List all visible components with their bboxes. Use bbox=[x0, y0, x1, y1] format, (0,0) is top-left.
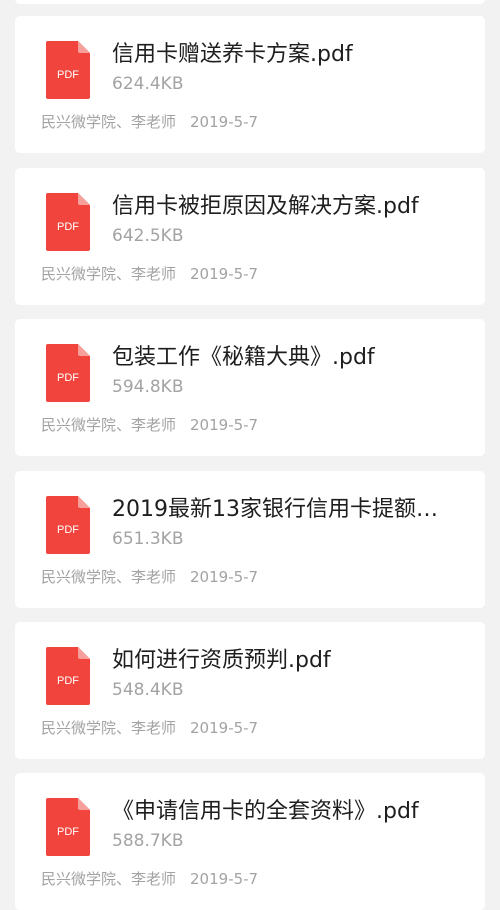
file-author: 民兴微学院、李老师 bbox=[41, 719, 177, 737]
file-meta: 民兴微学院、李老师 2019-5-7 bbox=[41, 869, 258, 889]
file-date: 2019-5-7 bbox=[190, 568, 259, 586]
pdf-file-icon: PDF bbox=[46, 496, 90, 554]
pdf-file-icon: PDF bbox=[46, 193, 90, 251]
file-author: 民兴微学院、李老师 bbox=[41, 870, 177, 888]
file-title: 如何进行资质预判.pdf bbox=[112, 648, 331, 673]
file-size: 548.4KB bbox=[112, 680, 184, 700]
pdf-icon-label: PDF bbox=[57, 675, 79, 687]
file-author: 民兴微学院、李老师 bbox=[41, 113, 177, 131]
file-card[interactable]: PDF 包装工作《秘籍大典》.pdf 594.8KB 民兴微学院、李老师 2019… bbox=[15, 319, 485, 456]
pdf-icon-label: PDF bbox=[57, 826, 79, 838]
file-meta: 民兴微学院、李老师 2019-5-7 bbox=[41, 112, 258, 132]
previous-card-edge bbox=[15, 0, 485, 4]
file-title: 《申请信用卡的全套资料》.pdf bbox=[112, 799, 419, 824]
file-card[interactable]: PDF 2019最新13家银行信用卡提额… 651.3KB 民兴微学院、李老师 2… bbox=[15, 471, 485, 608]
file-size: 651.3KB bbox=[112, 529, 184, 549]
file-author: 民兴微学院、李老师 bbox=[41, 568, 177, 586]
file-author: 民兴微学院、李老师 bbox=[41, 416, 177, 434]
file-title: 信用卡被拒原因及解决方案.pdf bbox=[112, 194, 419, 219]
file-date: 2019-5-7 bbox=[190, 870, 259, 888]
file-size: 588.7KB bbox=[112, 831, 184, 851]
file-meta: 民兴微学院、李老师 2019-5-7 bbox=[41, 718, 258, 738]
file-date: 2019-5-7 bbox=[190, 265, 259, 283]
file-meta: 民兴微学院、李老师 2019-5-7 bbox=[41, 567, 258, 587]
file-size: 642.5KB bbox=[112, 226, 184, 246]
file-meta: 民兴微学院、李老师 2019-5-7 bbox=[41, 264, 258, 284]
file-card[interactable]: PDF 信用卡被拒原因及解决方案.pdf 642.5KB 民兴微学院、李老师 20… bbox=[15, 168, 485, 305]
file-title: 包装工作《秘籍大典》.pdf bbox=[112, 345, 375, 370]
pdf-icon-label: PDF bbox=[57, 221, 79, 233]
pdf-icon-label: PDF bbox=[57, 69, 79, 81]
file-date: 2019-5-7 bbox=[190, 719, 259, 737]
file-card[interactable]: PDF 如何进行资质预判.pdf 548.4KB 民兴微学院、李老师 2019-5… bbox=[15, 622, 485, 759]
file-card[interactable]: PDF 信用卡赠送养卡方案.pdf 624.4KB 民兴微学院、李老师 2019-… bbox=[15, 16, 485, 153]
pdf-file-icon: PDF bbox=[46, 344, 90, 402]
file-date: 2019-5-7 bbox=[190, 113, 259, 131]
pdf-icon-label: PDF bbox=[57, 524, 79, 536]
file-size: 624.4KB bbox=[112, 74, 184, 94]
file-title: 信用卡赠送养卡方案.pdf bbox=[112, 42, 353, 67]
file-date: 2019-5-7 bbox=[190, 416, 259, 434]
file-card[interactable]: PDF 《申请信用卡的全套资料》.pdf 588.7KB 民兴微学院、李老师 20… bbox=[15, 773, 485, 910]
pdf-file-icon: PDF bbox=[46, 798, 90, 856]
file-size: 594.8KB bbox=[112, 377, 184, 397]
pdf-file-icon: PDF bbox=[46, 647, 90, 705]
pdf-file-icon: PDF bbox=[46, 41, 90, 99]
pdf-icon-label: PDF bbox=[57, 372, 79, 384]
file-author: 民兴微学院、李老师 bbox=[41, 265, 177, 283]
file-title: 2019最新13家银行信用卡提额… bbox=[112, 497, 438, 522]
file-meta: 民兴微学院、李老师 2019-5-7 bbox=[41, 415, 258, 435]
